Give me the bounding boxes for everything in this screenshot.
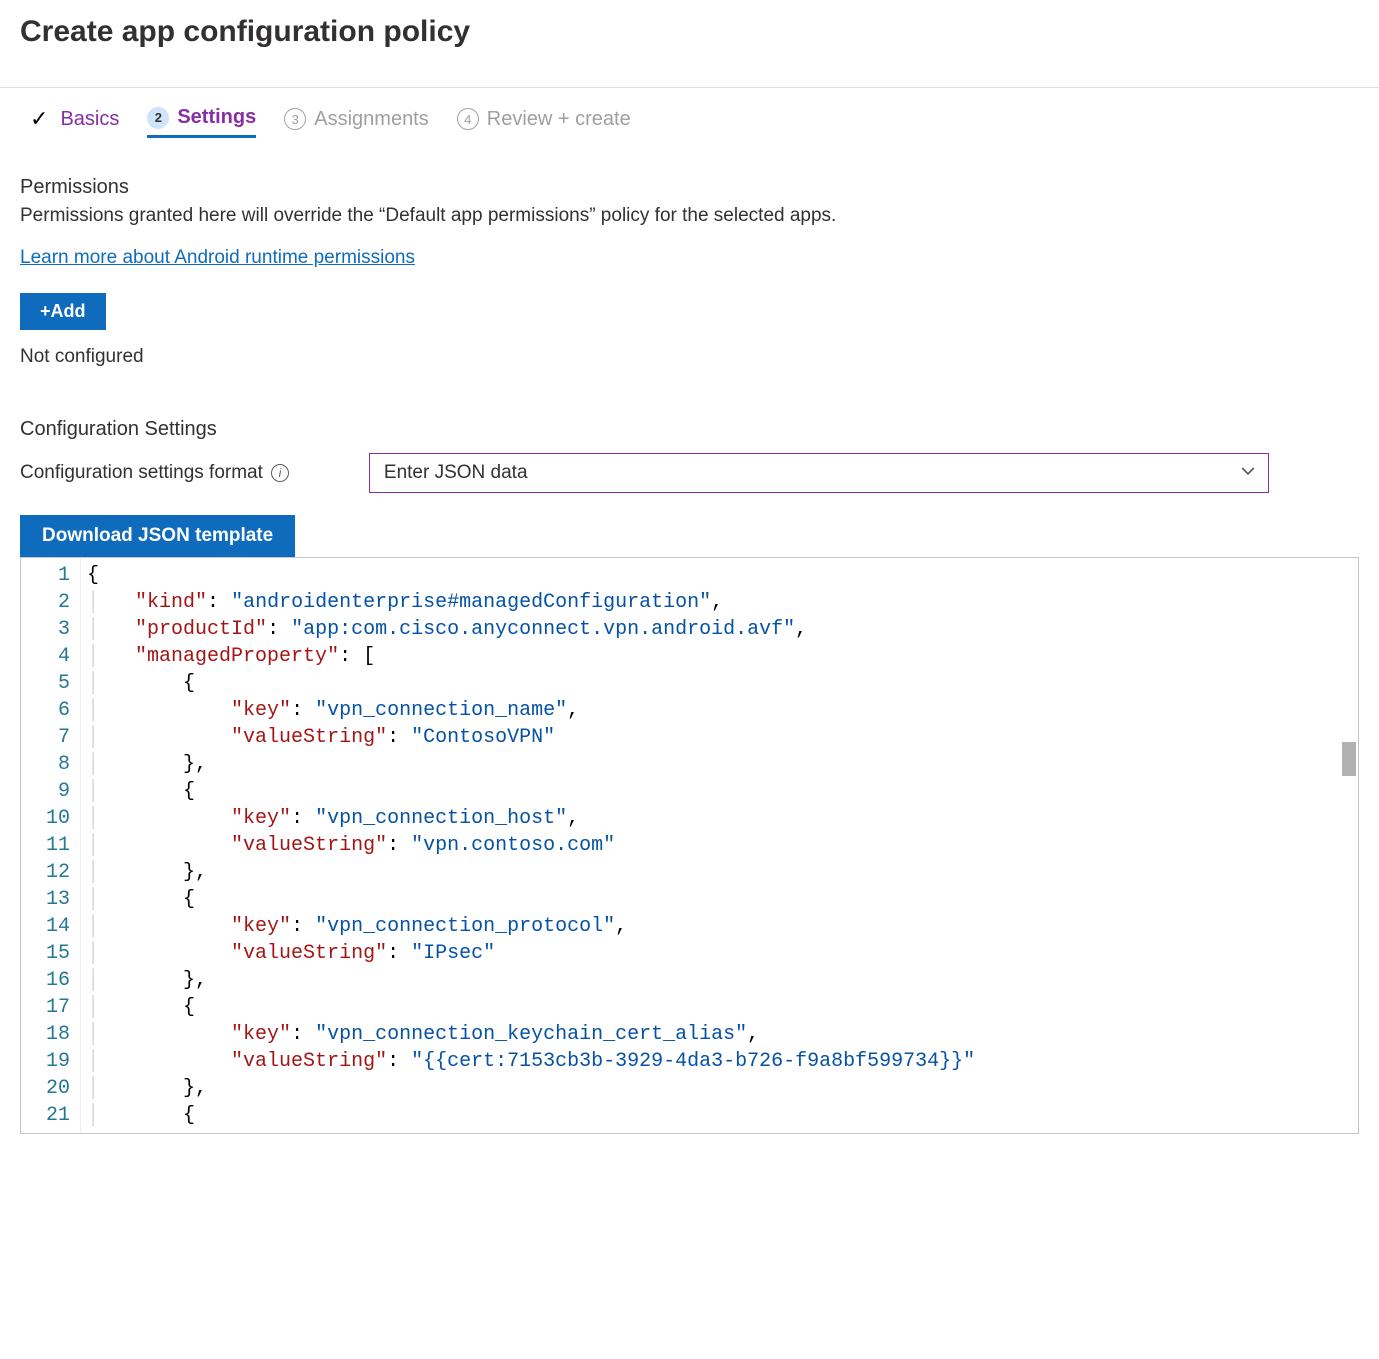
config-settings-heading: Configuration Settings: [20, 378, 1359, 447]
json-editor[interactable]: 123456789101112131415161718192021 {│ "ki…: [20, 557, 1359, 1134]
code-line[interactable]: │ },: [87, 859, 1350, 886]
code-line[interactable]: │ "valueString": "ContosoVPN": [87, 724, 1350, 751]
line-number: 19: [27, 1048, 70, 1075]
line-number: 5: [27, 670, 70, 697]
code-line[interactable]: │ },: [87, 751, 1350, 778]
page-title: Create app configuration policy: [20, 0, 1359, 67]
step-label: Review + create: [487, 108, 631, 131]
line-number: 15: [27, 940, 70, 967]
code-line[interactable]: │ {: [87, 994, 1350, 1021]
learn-more-link[interactable]: Learn more about Android runtime permiss…: [20, 247, 415, 269]
code-line[interactable]: │ "key": "vpn_connection_keychain_cert_a…: [87, 1021, 1350, 1048]
line-number: 3: [27, 616, 70, 643]
line-number: 4: [27, 643, 70, 670]
step-assignments[interactable]: 3 Assignments: [284, 108, 429, 137]
line-number: 11: [27, 832, 70, 859]
line-number: 14: [27, 913, 70, 940]
wizard-steps: ✓ Basics 2 Settings 3 Assignments 4 Revi…: [20, 88, 1359, 146]
step-number: 2: [147, 107, 169, 129]
line-number: 2: [27, 589, 70, 616]
add-button[interactable]: +Add: [20, 293, 106, 330]
code-line[interactable]: │ {: [87, 670, 1350, 697]
code-line[interactable]: │ },: [87, 1075, 1350, 1102]
line-number: 10: [27, 805, 70, 832]
step-label: Settings: [177, 106, 256, 129]
permissions-description: Permissions granted here will override t…: [20, 205, 1359, 247]
scrollbar-thumb[interactable]: [1342, 742, 1356, 776]
info-icon[interactable]: i: [271, 464, 289, 482]
code-line[interactable]: │ "valueString": "vpn.contoso.com": [87, 832, 1350, 859]
code-line[interactable]: │ "valueString": "IPsec": [87, 940, 1350, 967]
line-number: 17: [27, 994, 70, 1021]
step-number: 4: [457, 108, 479, 130]
step-basics[interactable]: ✓ Basics: [30, 106, 119, 138]
code-line[interactable]: │ "key": "vpn_connection_host",: [87, 805, 1350, 832]
line-number: 12: [27, 859, 70, 886]
step-label: Basics: [60, 108, 119, 131]
step-settings[interactable]: 2 Settings: [147, 106, 256, 138]
code-line[interactable]: │ {: [87, 1102, 1350, 1129]
config-format-value[interactable]: Enter JSON data: [369, 453, 1269, 493]
code-line[interactable]: │ {: [87, 778, 1350, 805]
line-number: 8: [27, 751, 70, 778]
line-number: 9: [27, 778, 70, 805]
config-format-select[interactable]: Enter JSON data: [369, 453, 1269, 493]
code-line[interactable]: {: [87, 562, 1350, 589]
step-label: Assignments: [314, 108, 429, 131]
permissions-heading: Permissions: [20, 146, 1359, 205]
code-line[interactable]: │ "key": "vpn_connection_protocol",: [87, 913, 1350, 940]
line-number: 1: [27, 562, 70, 589]
editor-gutter: 123456789101112131415161718192021: [21, 558, 81, 1133]
code-line[interactable]: │ "key": "vpn_connection_name",: [87, 697, 1350, 724]
code-line[interactable]: │ "kind": "androidenterprise#managedConf…: [87, 589, 1350, 616]
code-line[interactable]: │ "valueString": "{{cert:7153cb3b-3929-4…: [87, 1048, 1350, 1075]
config-format-label: Configuration settings format: [20, 462, 263, 484]
code-line[interactable]: │ "productId": "app:com.cisco.anyconnect…: [87, 616, 1350, 643]
code-line[interactable]: │ },: [87, 967, 1350, 994]
code-line[interactable]: │ "managedProperty": [: [87, 643, 1350, 670]
permissions-status: Not configured: [20, 346, 1359, 368]
line-number: 18: [27, 1021, 70, 1048]
line-number: 16: [27, 967, 70, 994]
download-json-template-button[interactable]: Download JSON template: [20, 515, 295, 557]
code-line[interactable]: │ {: [87, 886, 1350, 913]
line-number: 13: [27, 886, 70, 913]
line-number: 7: [27, 724, 70, 751]
check-icon: ✓: [30, 106, 48, 132]
line-number: 6: [27, 697, 70, 724]
editor-code[interactable]: {│ "kind": "androidenterprise#managedCon…: [81, 558, 1358, 1133]
line-number: 21: [27, 1102, 70, 1129]
line-number: 20: [27, 1075, 70, 1102]
step-review-create[interactable]: 4 Review + create: [457, 108, 631, 137]
step-number: 3: [284, 108, 306, 130]
config-format-row: Configuration settings format i Enter JS…: [20, 453, 1359, 493]
